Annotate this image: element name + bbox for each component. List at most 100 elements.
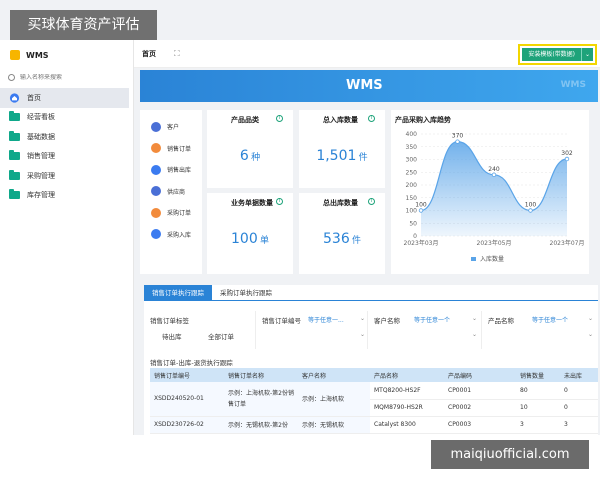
data-label: 100 (525, 202, 537, 209)
quick-link-purchase-order[interactable]: 采购订单 (140, 202, 202, 224)
breadcrumb[interactable]: 首页 (142, 49, 156, 59)
y-tick-label: 250 (406, 169, 418, 176)
column-header[interactable]: 销售订单编号 (150, 368, 224, 382)
column-header[interactable]: 销售订单名称 (224, 368, 298, 382)
cell-product: MQM8790-HS2R (370, 399, 444, 417)
column-header[interactable]: 产品编码 (444, 368, 516, 382)
folder-icon (9, 169, 20, 180)
filter-operator[interactable]: 等于任意一个 (532, 315, 568, 324)
info-icon[interactable]: i (368, 198, 375, 205)
filter-label: 产品名称 (488, 317, 514, 325)
quick-link-label: 采购入库 (167, 231, 192, 239)
folder-icon (9, 130, 20, 141)
stat-title: 总入库数量 (323, 116, 358, 124)
folder-icon (9, 189, 20, 200)
purchase-order-icon (151, 207, 161, 218)
table-row[interactable]: XSDD240520-01 示例：上海机软-第2份销售订单 示例：上海机软 MT… (150, 382, 598, 417)
quick-link-supplier[interactable]: 供应商 (140, 181, 202, 203)
column-header[interactable]: 客户名称 (298, 368, 370, 382)
quick-link-sales-order[interactable]: 销售订单 (140, 138, 202, 160)
info-icon[interactable]: i (276, 198, 283, 205)
sales-order-icon (151, 143, 161, 154)
quick-link-label: 客户 (167, 124, 180, 132)
sidebar-item-inventory[interactable]: 库存管理 (0, 186, 133, 206)
app-logo-row[interactable]: WMS (0, 40, 133, 70)
filter-option-all[interactable]: 全部订单 (208, 331, 234, 341)
cell-order-no: XSDD240520-01 (150, 382, 224, 417)
chart-svg: 0501001502002503003504002023年03月 2023年05月… (404, 131, 585, 263)
chevron-down-icon[interactable]: ⌄ (581, 48, 593, 61)
folder-icon (9, 111, 20, 122)
column-header[interactable]: 销售数量 (516, 368, 560, 382)
cell-order-name: 示例：无锡机软-第2份 (224, 416, 298, 434)
top-bar: 首页 ⛶ 安装模板(带数据) ⌄ (134, 40, 600, 68)
sidebar-item-label: 首页 (27, 93, 41, 102)
quick-link-label: 销售订单 (167, 145, 192, 153)
chevron-down-icon[interactable]: ⌄ (588, 331, 593, 338)
chevron-down-icon[interactable]: ⌄ (360, 331, 365, 338)
stat-title: 总出库数量 (323, 199, 358, 207)
legend-swatch (471, 257, 476, 261)
watermark-label: maiqiuofficial.com (431, 440, 589, 469)
quick-link-sales-outbound[interactable]: 销售出库 (140, 159, 202, 181)
search-input[interactable] (20, 73, 120, 81)
y-tick-label: 200 (406, 182, 418, 189)
filter-product[interactable]: 产品名称 等于任意一个 ⌄ ⌄ (482, 311, 598, 349)
sidebar-item-base-data[interactable]: 基础数据 (0, 127, 133, 147)
quick-link-customer[interactable]: 客户 (140, 116, 202, 138)
filter-option-pending[interactable]: 待出库 (162, 331, 182, 341)
banner-title: WMS (346, 78, 383, 93)
column-header[interactable]: 产品名称 (370, 368, 444, 382)
column-header[interactable]: 未出库 (560, 368, 598, 382)
folder-icon (9, 150, 20, 161)
stat-unit: 件 (351, 236, 361, 246)
data-point (455, 139, 460, 144)
cell-order-name: 示例：上海机软-第2份销售订单 (224, 382, 298, 417)
cell-qty: 3 (516, 416, 560, 434)
install-template-button[interactable]: 安装模板(带数据) (522, 48, 581, 61)
section-title: 销售订单-出库-退货执行跟踪 (150, 359, 233, 367)
filter-label: 销售订单编号 (262, 317, 301, 325)
filter-customer[interactable]: 客户名称 等于任意一个 ⌄ ⌄ (368, 311, 482, 349)
cell-code: CP0002 (444, 399, 516, 417)
sidebar-item-purchase[interactable]: 采购管理 (0, 166, 133, 186)
sidebar-item-sales[interactable]: 销售管理 (0, 147, 133, 167)
chevron-down-icon[interactable]: ⌄ (588, 315, 593, 322)
tab-purchase-tracking[interactable]: 采购订单执行跟踪 (212, 285, 280, 301)
y-tick-label: 300 (406, 157, 418, 164)
tab-sales-tracking[interactable]: 销售订单执行跟踪 (144, 285, 212, 301)
info-icon[interactable]: i (368, 115, 375, 122)
expand-icon[interactable]: ⛶ (174, 49, 180, 59)
filter-order-no[interactable]: 销售订单编号 等于任意一... ⌄ ⌄ (256, 311, 368, 349)
series-area (421, 141, 567, 236)
filter-operator[interactable]: 等于任意一个 (414, 315, 450, 324)
stat-title: 产品品类 (231, 116, 259, 124)
sidebar-search[interactable] (8, 70, 127, 84)
chevron-down-icon[interactable]: ⌄ (472, 331, 477, 338)
chevron-down-icon[interactable]: ⌄ (360, 315, 365, 322)
info-icon[interactable]: i (276, 115, 283, 122)
data-point (491, 172, 497, 178)
x-tick-label: 2023年05月 (477, 239, 512, 247)
quick-link-purchase-inbound[interactable]: 采购入库 (140, 224, 202, 246)
filter-operator[interactable]: 等于任意一... (308, 315, 344, 324)
cell-customer: 示例：上海机软 (298, 382, 370, 417)
quick-link-label: 销售出库 (167, 167, 192, 175)
stat-value: 536 (323, 231, 350, 247)
y-tick-label: 350 (406, 144, 418, 151)
overlay-title-tag: 买球体育资产评估 (10, 10, 157, 40)
sidebar-item-dashboard[interactable]: 经营看板 (0, 108, 133, 128)
cell-pending: 0 (560, 399, 598, 417)
table-row[interactable]: XSDD230726-02 示例：无锡机软-第2份 示例：无锡机软 Cataly… (150, 416, 598, 434)
chevron-down-icon[interactable]: ⌄ (472, 315, 477, 322)
search-icon (8, 73, 15, 81)
sidebar-item-home[interactable]: 首页 (0, 88, 129, 108)
sidebar-item-label: 基础数据 (27, 132, 55, 141)
filter-bar: 销售订单标签 待出库 全部订单 销售订单编号 等于任意一... ⌄ ⌄ 客户名称… (144, 311, 598, 355)
y-tick-label: 100 (406, 208, 418, 215)
legend-label: 入库数量 (480, 255, 504, 263)
table-header-row: 销售订单编号 销售订单名称 客户名称 产品名称 产品编码 销售数量 未出库 (150, 368, 598, 382)
stat-value: 1,501 (316, 148, 357, 164)
sidebar-item-label: 采购管理 (27, 171, 55, 180)
purchase-inbound-trend-chart: 产品采购入库趋势 0 50 100 150 200 250 300 350 400 2023年03… (391, 110, 589, 274)
